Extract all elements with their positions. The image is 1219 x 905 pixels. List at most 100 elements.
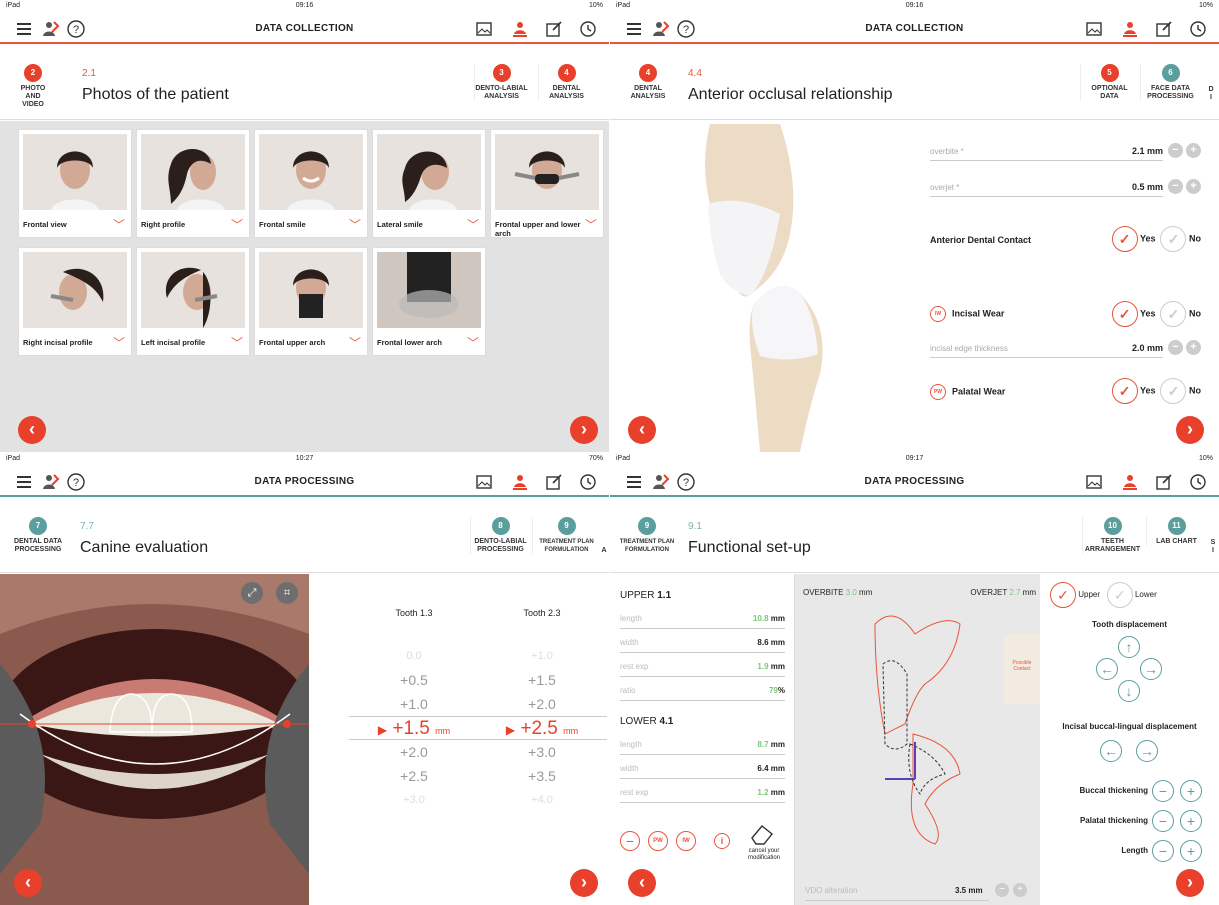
no-check-icon[interactable]: ✓ <box>1160 226 1187 252</box>
current-step-badge[interactable]: 4 DENTAL ANALYSIS <box>628 64 668 101</box>
plus-circle-icon[interactable]: + <box>1180 810 1202 832</box>
no-check-icon[interactable]: ✓ <box>1160 378 1187 404</box>
history-icon[interactable] <box>1188 472 1208 492</box>
crop-icon[interactable]: ⌗ <box>276 582 298 604</box>
chevron-down-icon[interactable]: ﹀ <box>349 334 361 351</box>
minus-circle-icon[interactable]: − <box>1152 840 1174 862</box>
prev-button[interactable]: ‹ <box>628 416 656 444</box>
next-step-9[interactable]: 9 TREATMENT PLAN FORMULATION <box>532 517 600 554</box>
current-step-badge[interactable]: 9 TREATMENT PLAN FORMULATION <box>614 517 680 554</box>
minus-button[interactable]: − <box>1168 143 1183 158</box>
arrow-left-icon[interactable]: ← <box>1100 740 1122 762</box>
edit-icon[interactable] <box>544 472 564 492</box>
minus-circle-icon[interactable]: − <box>1152 780 1174 802</box>
chevron-down-icon[interactable]: ﹀ <box>231 334 243 351</box>
photo-card[interactable]: Frontal view ﹀ <box>18 129 132 238</box>
photo-card[interactable]: Frontal upper and lower arch ﹀ <box>490 129 604 238</box>
clock: 09:17 <box>905 455 924 462</box>
next-button[interactable]: › <box>570 869 598 897</box>
next-button[interactable]: › <box>1176 869 1204 897</box>
possible-contact-label: Possible Contact <box>1012 660 1032 672</box>
plus-button[interactable]: + <box>1186 179 1201 194</box>
photo-card[interactable]: Right profile ﹀ <box>136 129 250 238</box>
gallery-icon[interactable] <box>1084 472 1104 492</box>
minus-button[interactable]: − <box>1168 179 1183 194</box>
edit-icon[interactable] <box>1154 472 1174 492</box>
edit-icon[interactable] <box>544 19 564 39</box>
prev-button[interactable]: ‹ <box>628 869 656 897</box>
chevron-down-icon[interactable]: ﹀ <box>113 216 125 233</box>
next-step-cut[interactable]: SI <box>1208 539 1218 555</box>
person-icon[interactable] <box>510 472 530 492</box>
chevron-down-icon[interactable]: ﹀ <box>467 334 479 351</box>
yes-check-icon[interactable]: ✓ <box>1111 378 1138 404</box>
current-step-badge[interactable]: 2 PHOTO AND VIDEO <box>14 64 52 109</box>
minus-button[interactable]: − <box>1168 340 1183 355</box>
chevron-down-icon[interactable]: ﹀ <box>113 334 125 351</box>
iw-button[interactable]: IW <box>676 831 696 851</box>
gallery-icon[interactable] <box>1084 19 1104 39</box>
info-icon[interactable]: i <box>714 833 730 849</box>
chevron-down-icon[interactable]: ﹀ <box>349 216 361 233</box>
plus-circle-icon[interactable]: + <box>1180 780 1202 802</box>
minus-button[interactable]: − <box>995 883 1009 897</box>
history-icon[interactable] <box>578 472 598 492</box>
plus-button[interactable]: + <box>1186 143 1201 158</box>
minus-circle-icon[interactable]: − <box>620 831 640 851</box>
photo-card[interactable]: Frontal smile ﹀ <box>254 129 368 238</box>
palatal-wear-label: PW Palatal Wear <box>930 384 1005 400</box>
cancel-modification-button[interactable]: cancel your modification <box>736 848 792 862</box>
current-step-badge[interactable]: 7 DENTAL DATA PROCESSING <box>8 517 68 554</box>
app-grid: iPad 09:16 10% ? DATA COLLECTION 2 PHOTO… <box>0 0 1219 905</box>
upper-check-icon[interactable]: ✓ <box>1050 582 1076 608</box>
next-button[interactable]: › <box>570 416 598 444</box>
next-step-3[interactable]: 3 DENTO-LABIAL ANALYSIS <box>474 64 528 101</box>
tooth-a-wheel[interactable]: 0.0 +0.5 +1.0 ▶ +1.5 mm +2.0 +2.5 +3.0 <box>349 644 479 812</box>
next-step-8[interactable]: 8 DENTO-LABIAL PROCESSING <box>470 517 530 554</box>
person-icon[interactable] <box>1120 19 1140 39</box>
history-icon[interactable] <box>578 19 598 39</box>
arrow-right-icon[interactable]: → <box>1136 740 1158 762</box>
expand-icon[interactable]: ⤢ <box>241 582 263 604</box>
next-step-6[interactable]: 6 FACE DATA PROCESSING <box>1140 64 1200 101</box>
plus-button[interactable]: + <box>1186 340 1201 355</box>
plus-button[interactable]: + <box>1013 883 1027 897</box>
yes-check-icon[interactable]: ✓ <box>1111 301 1138 327</box>
no-check-icon[interactable]: ✓ <box>1160 301 1187 327</box>
photo-card[interactable]: Lateral smile ﹀ <box>372 129 486 238</box>
pw-button[interactable]: PW <box>648 831 668 851</box>
arrow-right-icon[interactable]: → <box>1140 658 1162 680</box>
next-step-5[interactable]: 5 OPTIONAL DATA <box>1080 64 1138 101</box>
tooth-b-wheel[interactable]: +1.0 +1.5 +2.0 ▶ +2.5 mm +3.0 +3.5 +4.0 <box>477 644 607 812</box>
photo-card[interactable]: Left incisal profile ﹀ <box>136 247 250 356</box>
gallery-icon[interactable] <box>474 472 494 492</box>
photo-card[interactable]: Frontal upper arch ﹀ <box>254 247 368 356</box>
lower-check-icon[interactable]: ✓ <box>1106 582 1133 608</box>
arrow-left-icon[interactable]: ← <box>1096 658 1118 680</box>
photo-card[interactable]: Right incisal profile ﹀ <box>18 247 132 356</box>
minus-circle-icon[interactable]: − <box>1152 810 1174 832</box>
contact-thumbnail[interactable]: Possible Contact <box>1004 634 1040 704</box>
person-icon[interactable] <box>1120 472 1140 492</box>
gallery-icon[interactable] <box>474 19 494 39</box>
chevron-down-icon[interactable]: ﹀ <box>231 216 243 233</box>
yes-check-icon[interactable]: ✓ <box>1111 226 1138 252</box>
prev-button[interactable]: ‹ <box>18 416 46 444</box>
arrow-down-icon[interactable]: ↓ <box>1118 680 1140 702</box>
next-step-cut[interactable]: DI <box>1204 86 1218 102</box>
eraser-icon[interactable] <box>746 822 776 846</box>
next-step-11[interactable]: 11 LAB CHART <box>1146 517 1206 546</box>
person-icon[interactable] <box>510 19 530 39</box>
photo-card[interactable]: Frontal lower arch ﹀ <box>372 247 486 356</box>
chevron-down-icon[interactable]: ﹀ <box>585 216 597 233</box>
prev-button[interactable]: ‹ <box>14 869 42 897</box>
next-button[interactable]: › <box>1176 416 1204 444</box>
arrow-up-icon[interactable]: ↑ <box>1118 636 1140 658</box>
history-icon[interactable] <box>1188 19 1208 39</box>
plus-circle-icon[interactable]: + <box>1180 840 1202 862</box>
next-step-4[interactable]: 4 DENTAL ANALYSIS <box>538 64 594 101</box>
next-step-cut[interactable]: A <box>600 547 608 555</box>
edit-icon[interactable] <box>1154 19 1174 39</box>
next-step-10[interactable]: 10 TEETH ARRANGEMENT <box>1082 517 1142 554</box>
chevron-down-icon[interactable]: ﹀ <box>467 216 479 233</box>
